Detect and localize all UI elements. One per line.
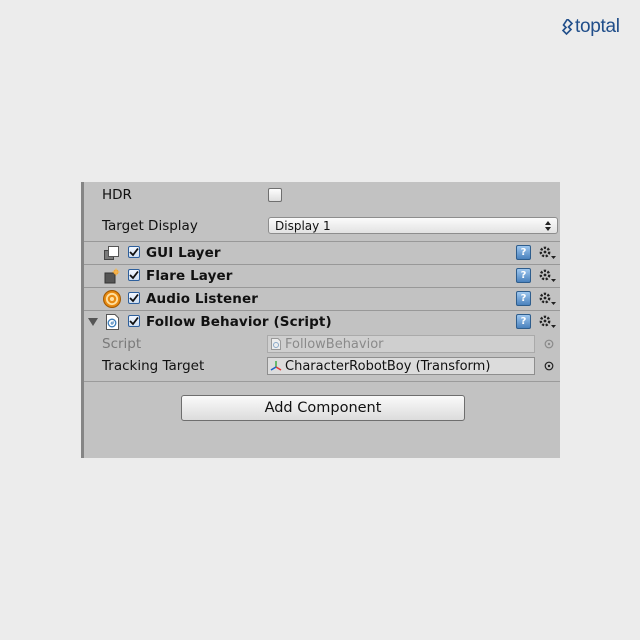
script-field: FollowBehavior — [267, 335, 535, 353]
toptal-logo: toptal — [562, 16, 620, 38]
flare-layer-icon — [104, 268, 120, 284]
gear-menu-icon[interactable] — [537, 244, 557, 262]
inspector-panel: HDR Target Display Display 1 GUI Layer ? — [81, 182, 560, 458]
hdr-row: HDR — [84, 186, 560, 204]
script-value: FollowBehavior — [285, 336, 384, 352]
help-icon[interactable]: ? — [516, 314, 531, 329]
component-header-audio-listener[interactable]: Audio Listener ? — [84, 287, 560, 310]
gui-layer-icon — [104, 246, 119, 260]
gui-layer-enabled-checkbox[interactable] — [128, 246, 140, 258]
divider — [84, 381, 560, 382]
target-display-dropdown[interactable]: Display 1 — [268, 217, 558, 234]
checkmark-icon — [129, 293, 139, 303]
component-title: Audio Listener — [146, 291, 259, 307]
toptal-logo-icon — [562, 18, 573, 35]
foldout-expanded-icon[interactable] — [88, 317, 98, 327]
transform-icon — [270, 361, 282, 371]
checkmark-icon — [129, 247, 139, 257]
up-down-arrow-icon — [545, 221, 551, 231]
csharp-script-icon: # — [106, 314, 119, 330]
add-component-button[interactable]: Add Component — [181, 395, 465, 421]
component-header-gui-layer[interactable]: GUI Layer ? — [84, 241, 560, 264]
object-picker-icon — [544, 339, 554, 349]
component-title: Follow Behavior (Script) — [146, 314, 332, 330]
object-picker-icon[interactable] — [544, 361, 554, 371]
help-icon[interactable]: ? — [516, 245, 531, 260]
hdr-checkbox[interactable] — [268, 188, 282, 202]
checkmark-icon — [129, 270, 139, 280]
component-header-flare-layer[interactable]: Flare Layer ? — [84, 264, 560, 287]
hdr-label: HDR — [102, 187, 132, 203]
audio-listener-icon — [103, 290, 121, 308]
gear-menu-icon[interactable] — [537, 290, 557, 308]
tracking-target-label: Tracking Target — [102, 358, 205, 374]
audio-listener-enabled-checkbox[interactable] — [128, 292, 140, 304]
gear-menu-icon[interactable] — [537, 313, 557, 331]
tracking-target-field[interactable]: CharacterRobotBoy (Transform) — [267, 357, 535, 375]
gear-menu-icon[interactable] — [537, 267, 557, 285]
component-header-follow-behavior[interactable]: # Follow Behavior (Script) ? — [84, 310, 560, 333]
script-label: Script — [102, 336, 142, 352]
help-icon[interactable]: ? — [516, 291, 531, 306]
component-title: Flare Layer — [146, 268, 233, 284]
flare-layer-enabled-checkbox[interactable] — [128, 269, 140, 281]
help-icon[interactable]: ? — [516, 268, 531, 283]
script-file-icon — [271, 338, 281, 350]
svg-text:#: # — [110, 321, 115, 327]
target-display-value: Display 1 — [275, 218, 331, 233]
checkmark-icon — [129, 316, 139, 326]
brand-name: toptal — [575, 16, 620, 37]
follow-behavior-enabled-checkbox[interactable] — [128, 315, 140, 327]
target-display-label: Target Display — [102, 218, 198, 234]
component-title: GUI Layer — [146, 245, 221, 261]
tracking-target-value: CharacterRobotBoy (Transform) — [285, 358, 491, 374]
